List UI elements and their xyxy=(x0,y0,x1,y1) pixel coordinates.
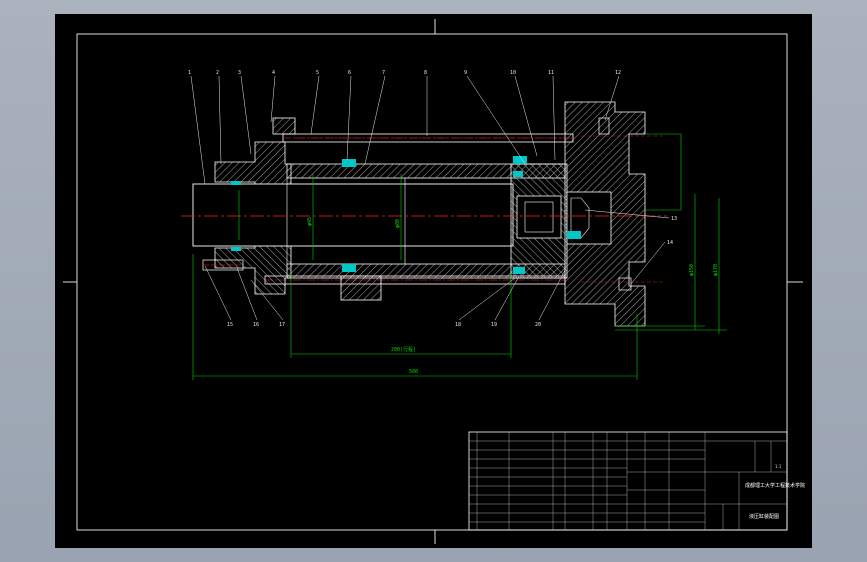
callout-8: 8 xyxy=(424,70,427,76)
dim-bore-text: φ80 xyxy=(395,219,401,228)
callout-5: 5 xyxy=(316,70,319,76)
callout-4: 4 xyxy=(272,70,275,76)
title-drawing-name: 液压缸装配图 xyxy=(749,513,779,520)
assembly-drawing: 500 200(行程) φ80 φ45 φ150 φ170 1 2 3 4 5 xyxy=(63,19,805,544)
dim-flange-a-text: φ150 xyxy=(689,264,695,276)
callout-2: 2 xyxy=(216,70,219,76)
callout-11: 11 xyxy=(548,70,554,76)
callout-9: 9 xyxy=(464,70,467,76)
callout-3: 3 xyxy=(238,70,241,76)
dim-flange-b-text: φ170 xyxy=(713,264,719,276)
callout-10: 10 xyxy=(510,70,516,76)
callout-20: 20 xyxy=(535,322,541,328)
dim-overall-text: 500 xyxy=(409,369,418,375)
cylinder-assembly xyxy=(181,101,667,327)
callout-14: 14 xyxy=(667,240,673,246)
callout-17: 17 xyxy=(279,322,285,328)
callout-13: 13 xyxy=(671,216,677,222)
title-scale: 1:1 xyxy=(775,464,782,469)
callout-19: 19 xyxy=(491,322,497,328)
callout-15: 15 xyxy=(227,322,233,328)
callout-12: 12 xyxy=(615,70,621,76)
callout-7: 7 xyxy=(382,70,385,76)
dim-rod-text: φ45 xyxy=(307,217,313,226)
callout-1: 1 xyxy=(188,70,191,76)
drawing-border xyxy=(76,33,788,531)
callout-18: 18 xyxy=(455,322,461,328)
cad-viewport[interactable]: 500 200(行程) φ80 φ45 φ150 φ170 1 2 3 4 5 xyxy=(55,14,812,548)
callout-6: 6 xyxy=(348,70,351,76)
title-block: 成都理工大学工程技术学院 液压缸装配图 1:1 xyxy=(468,431,805,531)
dim-stroke-text: 200(行程) xyxy=(391,346,416,353)
callout-16: 16 xyxy=(253,322,259,328)
title-school: 成都理工大学工程技术学院 xyxy=(745,482,805,489)
